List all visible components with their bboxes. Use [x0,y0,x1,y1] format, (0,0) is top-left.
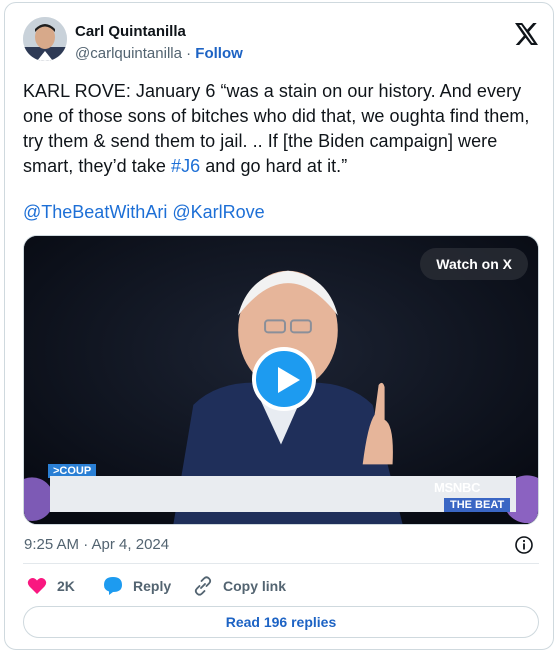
author-handle[interactable]: @carlquintanilla [75,45,182,62]
mention-link[interactable]: @KarlRove [172,202,264,222]
like-button[interactable]: 2K [27,575,75,597]
tweet-text-tail: and go hard at it.” [200,156,348,176]
separator: · [181,45,196,62]
x-logo-icon[interactable] [515,23,541,47]
hashtag-link[interactable]: #J6 [171,156,200,176]
play-button[interactable] [252,347,316,411]
play-icon [278,367,300,393]
copy-link-label: Copy link [223,578,287,594]
link-icon [194,576,212,596]
mention-link[interactable]: @TheBeatWithAri [23,202,167,222]
tweet-header: Carl Quintanilla @carlquintanilla · Foll… [23,17,541,69]
info-icon[interactable] [515,536,533,554]
read-replies-button[interactable]: Read 196 replies [23,606,539,638]
mentions-line: @TheBeatWithAri @KarlRove [23,200,265,225]
video-player[interactable]: Watch on X >COUP MSNBC THE BEAT [23,235,539,525]
author-name[interactable]: Carl Quintanilla [75,23,186,40]
reply-label: Reply [133,578,172,594]
divider [23,563,539,564]
network-logo: MSNBC [434,480,481,495]
tweet-card: Carl Quintanilla @carlquintanilla · Foll… [4,2,554,650]
timestamp[interactable]: 9:25 AM · Apr 4, 2024 [24,536,169,553]
avatar[interactable] [23,17,67,61]
watch-on-x-button[interactable]: Watch on X [420,248,528,280]
copy-link-button[interactable]: Copy link [193,575,286,597]
tweet-text: KARL ROVE: January 6 “was a stain on our… [23,79,538,179]
author-handle-line: @carlquintanilla · Follow [75,45,243,62]
reply-button[interactable]: Reply [103,575,171,597]
show-logo: THE BEAT [444,498,511,512]
heart-icon [27,578,47,594]
reply-bubble-icon [104,577,122,595]
like-count: 2K [57,578,75,594]
follow-button[interactable]: Follow [195,45,243,62]
